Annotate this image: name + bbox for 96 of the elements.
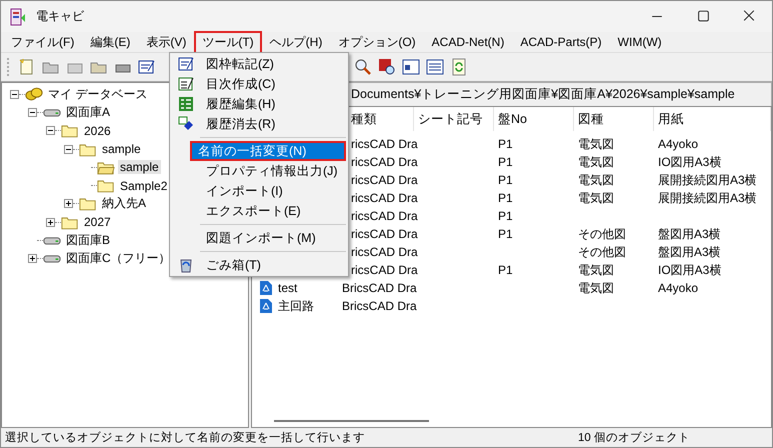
window-title: 電キャビ (36, 8, 84, 25)
menu-item[interactable]: ACAD-Parts(P) (512, 32, 610, 52)
grid-icon (178, 96, 194, 112)
table-cell: ricsCAD Dra (351, 245, 418, 259)
menu-item[interactable]: ACAD-Net(N) (424, 32, 512, 52)
menu-item[interactable]: ファイル(F) (3, 30, 82, 54)
table-cell: 電気図 (578, 262, 614, 278)
database-icon (25, 86, 43, 102)
collapse-icon[interactable] (64, 144, 73, 154)
object-count: 10 個のオブジェクト (578, 430, 690, 445)
table-cell: 電気図 (578, 154, 614, 170)
expand-icon[interactable] (64, 199, 73, 208)
table-cell: ricsCAD Dra (351, 173, 418, 187)
table-cell: P1 (498, 173, 513, 187)
table-cell: 電気図 (578, 280, 614, 296)
collapse-icon[interactable] (10, 90, 19, 99)
column-header[interactable]: 図種 (574, 107, 654, 131)
menu-option[interactable]: プロパティ情報出力(J) (172, 161, 346, 181)
expand-icon[interactable] (28, 254, 37, 264)
table-cell: A4yoko (658, 281, 698, 295)
menu-item[interactable]: 表示(V) (138, 30, 194, 54)
menu-option[interactable]: 図題インポート(M) (172, 228, 346, 248)
table-cell: ricsCAD Dra (351, 209, 418, 223)
column-header[interactable]: 用紙 (654, 107, 771, 131)
menu-option[interactable]: 名前の一括変更(N) (190, 141, 346, 161)
folder-icon (79, 196, 97, 212)
tree-item[interactable]: 2027 (82, 215, 113, 230)
trash-icon (178, 257, 194, 273)
tree-item[interactable]: sample (100, 142, 143, 156)
tree-item[interactable]: sample (118, 160, 161, 174)
magnifier-icon[interactable] (354, 58, 372, 76)
table-cell: ricsCAD Dra (351, 137, 418, 151)
table-cell: ricsCAD Dra (351, 227, 418, 241)
menu-option[interactable]: 図枠転記(Z) (172, 54, 346, 74)
table-cell: 展開接続図用A3横 (658, 172, 757, 188)
tree-item[interactable]: 図面庫A (64, 104, 112, 121)
table-cell: その他図 (578, 226, 626, 242)
app-icon (10, 8, 26, 26)
table-cell: A4yoko (658, 137, 698, 151)
menu-item[interactable]: オプション(O) (330, 30, 424, 54)
menu-option[interactable]: 目次作成(C) (172, 74, 346, 94)
table-cell: P1 (498, 209, 513, 223)
menu-option[interactable]: エクスポート(E) (172, 201, 346, 221)
column-header[interactable]: シート記号 (414, 107, 494, 131)
collapse-icon[interactable] (28, 108, 37, 117)
table-cell: P1 (498, 191, 513, 205)
table-cell: 電気図 (578, 136, 614, 152)
table-cell: ricsCAD Dra (351, 155, 418, 169)
file-name[interactable]: 主回路 (278, 298, 314, 314)
expand-icon[interactable] (46, 218, 55, 227)
menu-item[interactable]: ヘルプ(H) (262, 30, 330, 54)
file-icon (260, 281, 272, 295)
folder-icon (79, 142, 97, 157)
tree-item[interactable]: 図面庫C（フリー） (64, 250, 173, 268)
table-cell: 電気図 (578, 190, 614, 206)
tree-item[interactable]: 図面庫B (64, 232, 112, 250)
open-folder-icon (97, 160, 115, 175)
table-cell: P1 (498, 227, 513, 241)
path-text: Documents¥トレーニング用図面庫¥図面庫A¥2026¥sample¥sample (351, 86, 735, 103)
list-view-icon[interactable] (426, 58, 444, 76)
table-cell: 電気図 (578, 172, 614, 188)
list-edit-icon (178, 76, 194, 92)
status-message: 選択しているオブジェクトに対して名前の変更を一括して行います (5, 430, 365, 445)
table-cell: P1 (498, 155, 513, 169)
table-cell: 盤図用A3横 (658, 226, 721, 242)
tree-item[interactable]: 2026 (82, 124, 113, 138)
table-cell: BricsCAD Dra (342, 299, 417, 313)
folder-icon (61, 123, 79, 138)
menu-item[interactable]: 編集(E) (82, 30, 138, 54)
table-cell: ricsCAD Dra (351, 263, 418, 277)
tree-item[interactable]: 納入先A (100, 195, 148, 212)
table-cell: ricsCAD Dra (351, 191, 418, 205)
menu-item[interactable]: WIM(W) (610, 32, 670, 52)
file-name[interactable]: test (278, 281, 298, 295)
table-cell: P1 (498, 263, 513, 277)
table-cell: BricsCAD Dra (342, 281, 417, 295)
tree-item[interactable]: マイ データベース (46, 86, 150, 103)
tree-item[interactable]: Sample2 (118, 178, 170, 193)
refresh-icon[interactable] (450, 58, 468, 76)
folder-icon (61, 214, 79, 230)
table-cell: P1 (498, 137, 513, 151)
file-icon (260, 299, 272, 313)
column-header[interactable]: 盤No (494, 107, 574, 131)
window-icon[interactable] (402, 58, 420, 76)
table-cell: IO図用A3横 (658, 154, 722, 170)
folder-icon (97, 178, 115, 194)
scrollbar-thumb[interactable] (274, 420, 429, 422)
menu-option[interactable]: ごみ箱(T) (172, 255, 346, 275)
collapse-icon[interactable] (46, 126, 55, 136)
menu-option[interactable]: インポート(I) (172, 181, 346, 201)
table-cell: 展開接続図用A3横 (658, 190, 757, 206)
edit-form-icon[interactable] (138, 58, 156, 76)
table-cell: IO図用A3横 (658, 262, 722, 278)
table-cell: その他図 (578, 244, 626, 260)
edit-form-icon (178, 56, 194, 72)
table-cell: 盤図用A3横 (658, 244, 721, 260)
